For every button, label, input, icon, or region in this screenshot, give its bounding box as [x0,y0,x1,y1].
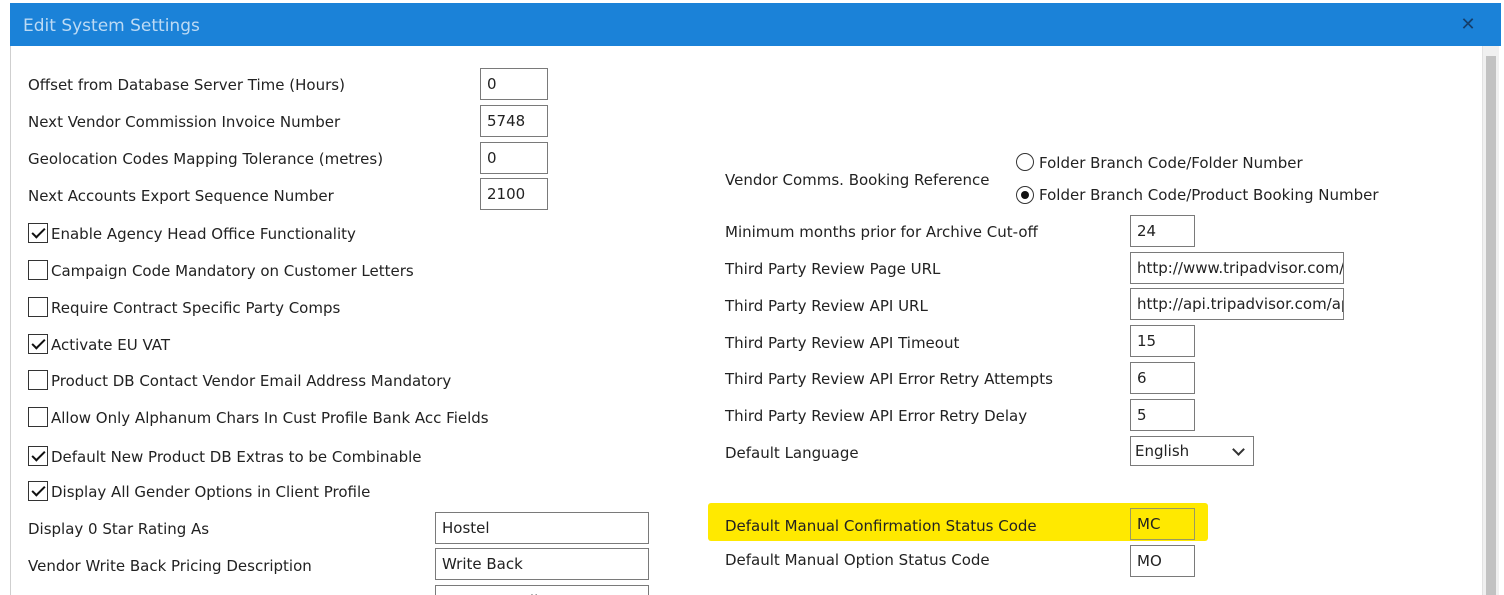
vendor-email-mandatory-label: Product DB Contact Vendor Email Address … [51,372,452,390]
next-accounts-export-input[interactable]: 2100 [480,178,548,210]
manual-confirmation-status-label: Default Manual Confirmation Status Code [725,517,1037,535]
default-language-label: Default Language [725,444,859,462]
title-bar: Edit System Settings ✕ [10,3,1501,46]
archive-cutoff-label: Minimum months prior for Archive Cut-off [725,223,1038,241]
review-retry-attempts-label: Third Party Review API Error Retry Attem… [725,370,1053,388]
geolocation-tolerance-label: Geolocation Codes Mapping Tolerance (met… [28,150,384,168]
write-back-pricing-input[interactable]: Write Back [435,548,649,580]
review-api-url-input[interactable]: http://api.tripadvisor.com/api, [1130,288,1344,320]
next-vendor-invoice-input[interactable]: 5748 [480,105,548,137]
activate-eu-vat-label: Activate EU VAT [51,336,171,354]
scrollbar-thumb[interactable] [1486,56,1496,595]
require-contract-party-comps-label: Require Contract Specific Party Comps [51,299,341,317]
require-contract-party-comps-checkbox[interactable] [28,297,48,317]
radio-folder-number[interactable] [1016,153,1034,171]
geolocation-tolerance-input[interactable]: 0 [480,142,548,174]
gender-options-label: Display All Gender Options in Client Pro… [51,483,371,501]
zero-star-rating-input[interactable]: Hostel [435,512,649,544]
activate-eu-vat-checkbox[interactable] [28,334,48,354]
edit-system-settings-dialog: Edit System Settings ✕ Offset from Datab… [0,0,1504,595]
extras-combinable-checkbox[interactable] [28,446,48,466]
chevron-down-icon [1232,443,1245,456]
manual-option-status-label: Default Manual Option Status Code [725,551,990,569]
netter-detail-input[interactable]: Nettre Detail [435,585,649,595]
close-icon: ✕ [1460,14,1476,35]
next-vendor-invoice-label: Next Vendor Commission Invoice Number [28,113,341,131]
close-button[interactable]: ✕ [1455,12,1481,38]
default-language-select[interactable]: English [1130,436,1254,466]
campaign-code-mandatory-label: Campaign Code Mandatory on Customer Lett… [51,262,414,280]
dialog-left-border [10,46,11,595]
vertical-scrollbar[interactable] [1482,46,1499,595]
enable-agency-head-office-label: Enable Agency Head Office Functionality [51,225,356,243]
extras-combinable-label: Default New Product DB Extras to be Comb… [51,448,422,466]
archive-cutoff-input[interactable]: 24 [1130,215,1195,247]
zero-star-rating-label: Display 0 Star Rating As [28,520,210,538]
radio-product-booking-number[interactable] [1016,186,1034,204]
radio-product-booking-number-label: Folder Branch Code/Product Booking Numbe… [1039,186,1379,204]
manual-confirmation-status-input[interactable]: MC [1130,508,1195,540]
review-page-url-label: Third Party Review Page URL [725,260,941,278]
radio-folder-number-label: Folder Branch Code/Folder Number [1039,154,1303,172]
offset-db-time-label: Offset from Database Server Time (Hours) [28,76,345,94]
write-back-pricing-label: Vendor Write Back Pricing Description [28,557,312,575]
review-api-timeout-label: Third Party Review API Timeout [725,334,960,352]
review-api-url-label: Third Party Review API URL [725,297,928,315]
alphanum-bank-acc-checkbox[interactable] [28,407,48,427]
vendor-email-mandatory-checkbox[interactable] [28,370,48,390]
review-retry-delay-input[interactable]: 5 [1130,399,1195,431]
review-retry-delay-label: Third Party Review API Error Retry Delay [725,407,1028,425]
dialog-title: Edit System Settings [23,16,200,36]
vendor-comms-booking-ref-label: Vendor Comms. Booking Reference [725,171,990,189]
default-language-value: English [1135,442,1190,460]
review-api-timeout-input[interactable]: 15 [1130,325,1195,357]
next-accounts-export-label: Next Accounts Export Sequence Number [28,187,334,205]
review-page-url-input[interactable]: http://www.tripadvisor.com/V [1130,252,1344,284]
review-retry-attempts-input[interactable]: 6 [1130,362,1195,394]
offset-db-time-input[interactable]: 0 [480,68,548,100]
campaign-code-mandatory-checkbox[interactable] [28,260,48,280]
enable-agency-head-office-checkbox[interactable] [28,223,48,243]
gender-options-checkbox[interactable] [28,481,48,501]
manual-option-status-input[interactable]: MO [1130,545,1195,577]
alphanum-bank-acc-label: Allow Only Alphanum Chars In Cust Profil… [51,409,489,427]
